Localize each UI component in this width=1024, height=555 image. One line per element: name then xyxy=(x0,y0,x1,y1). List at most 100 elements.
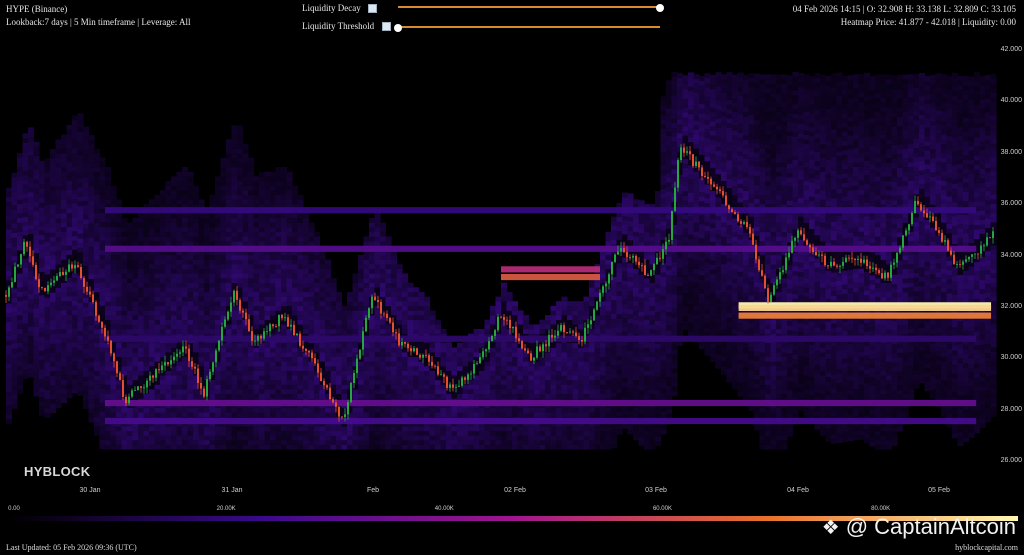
heat-cell xyxy=(28,219,35,225)
heat-cell xyxy=(325,407,332,413)
heat-cell xyxy=(77,141,84,146)
heat-cell xyxy=(501,342,508,348)
heat-cell xyxy=(237,125,244,131)
heat-cell xyxy=(501,352,508,357)
heat-cell xyxy=(83,191,90,197)
heat-cell xyxy=(83,348,90,354)
heat-cell xyxy=(572,440,579,445)
heat-cell xyxy=(231,393,238,399)
heat-cell xyxy=(270,259,277,265)
heat-cell xyxy=(594,375,601,381)
heat-cell xyxy=(72,217,79,223)
heat-cell xyxy=(66,175,73,181)
heat-cell xyxy=(248,213,255,219)
slider-knob[interactable] xyxy=(394,24,402,32)
heat-cell xyxy=(264,255,271,260)
heat-cell xyxy=(242,301,249,307)
heat-cell xyxy=(457,430,464,436)
heat-cell xyxy=(303,301,310,307)
heat-cell xyxy=(330,412,337,418)
heat-cell xyxy=(28,136,35,142)
heat-cell xyxy=(407,426,414,432)
heat-cell xyxy=(374,366,381,371)
heat-cell xyxy=(479,342,486,348)
heat-cell xyxy=(374,319,381,325)
heat-cell xyxy=(220,412,227,418)
slider-knob[interactable] xyxy=(656,4,664,12)
heat-cell xyxy=(578,352,585,357)
heat-cell xyxy=(424,384,431,390)
heat-cell xyxy=(589,375,596,381)
heat-cell xyxy=(550,375,557,381)
heat-cell xyxy=(171,379,178,385)
heat-cell xyxy=(561,379,568,385)
heat-cell xyxy=(149,366,156,371)
heat-cell xyxy=(17,166,24,172)
heat-cell xyxy=(182,319,189,325)
heat-cell xyxy=(242,287,249,293)
heat-cell xyxy=(341,310,348,316)
heat-cell xyxy=(220,217,227,223)
heat-cell xyxy=(176,384,183,390)
heat-cell xyxy=(286,305,293,311)
heat-cell xyxy=(50,324,57,330)
heat-cell xyxy=(39,336,46,342)
heat-cell xyxy=(523,444,530,450)
heat-cell xyxy=(402,315,409,320)
heat-cell xyxy=(17,296,24,302)
heat-cell xyxy=(374,236,381,242)
heat-cell xyxy=(270,287,277,293)
heat-cell xyxy=(561,426,568,432)
heat-cell xyxy=(385,426,392,432)
heat-cell xyxy=(451,426,458,432)
heat-cell xyxy=(275,231,282,237)
liquidity-decay-checkbox[interactable] xyxy=(368,4,377,13)
liquidity-threshold-slider[interactable] xyxy=(394,24,660,32)
heat-cell xyxy=(28,275,35,281)
heat-cell xyxy=(556,310,563,316)
heat-cell xyxy=(308,296,315,302)
heat-cell xyxy=(198,282,205,288)
heat-cell xyxy=(176,236,183,242)
heat-cell xyxy=(297,273,304,279)
heat-cell xyxy=(83,390,90,396)
heat-cell xyxy=(567,370,574,376)
heat-cell xyxy=(440,352,447,357)
heat-cell xyxy=(28,229,35,235)
heat-cell xyxy=(55,167,62,173)
heat-cell xyxy=(77,377,84,382)
heat-cell xyxy=(160,375,167,381)
heat-cell xyxy=(44,408,51,414)
heat-cell xyxy=(231,162,238,168)
heat-cell xyxy=(259,287,266,293)
heat-cell xyxy=(325,324,332,330)
heat-cell xyxy=(50,176,57,182)
heat-cell xyxy=(330,305,337,311)
heat-cell xyxy=(61,227,68,232)
heat-cell xyxy=(462,356,469,362)
heat-cell xyxy=(143,366,150,371)
heat-cell xyxy=(248,347,255,353)
heat-cell xyxy=(143,231,150,237)
heat-cell xyxy=(413,287,420,293)
liquidity-threshold-checkbox[interactable] xyxy=(382,22,391,31)
heat-cell xyxy=(374,435,381,441)
heat-cell xyxy=(292,236,299,242)
heat-cell xyxy=(127,227,134,233)
heat-cell xyxy=(468,347,475,353)
heat-cell xyxy=(308,384,315,390)
heat-cell xyxy=(11,195,18,201)
heat-cell xyxy=(462,347,469,353)
heat-cell xyxy=(363,292,370,297)
heat-cell xyxy=(308,287,315,293)
heat-cell xyxy=(116,217,123,223)
heat-cell xyxy=(352,407,359,413)
heat-cell xyxy=(6,395,13,401)
heat-cell xyxy=(187,384,194,390)
heat-cell xyxy=(176,278,183,283)
heat-cell xyxy=(369,393,376,399)
heat-cell xyxy=(187,231,194,237)
liquidity-decay-slider[interactable] xyxy=(398,4,664,12)
heat-cell xyxy=(83,394,90,400)
heat-cell xyxy=(369,412,376,418)
